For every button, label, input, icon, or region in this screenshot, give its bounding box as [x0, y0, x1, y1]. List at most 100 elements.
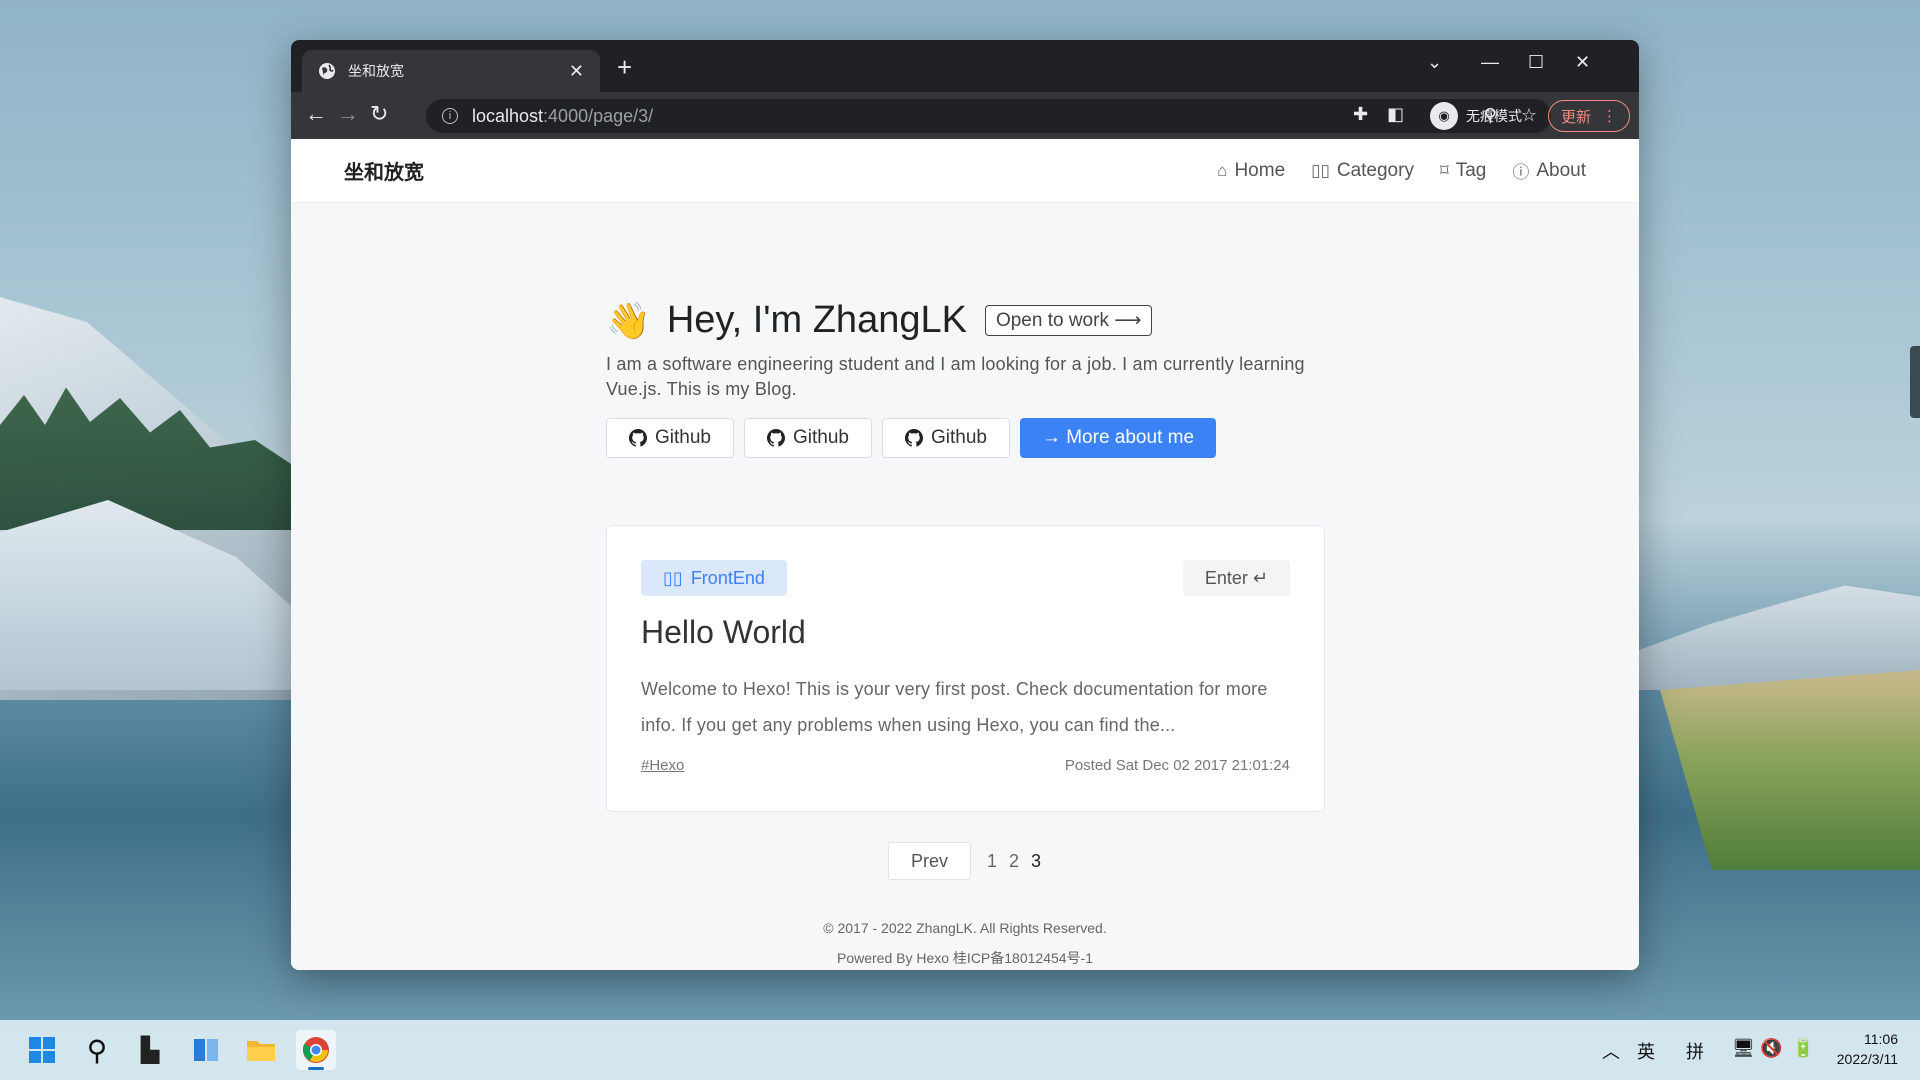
waving-hand-icon: 👋 — [606, 299, 651, 341]
extensions-icon[interactable]: ✚ — [1353, 104, 1368, 125]
tab-search-icon[interactable]: ⌄ — [1427, 52, 1442, 73]
file-explorer-button[interactable] — [241, 1030, 281, 1070]
chevron-up-icon[interactable]: ︿ — [1602, 1038, 1620, 1064]
footer-copyright: © 2017 - 2022 ZhangLK. All Rights Reserv… — [823, 920, 1107, 936]
url-path: :4000/page/3/ — [543, 105, 654, 126]
nav-home[interactable]: ⌂ Home — [1217, 158, 1285, 183]
enter-button[interactable]: Enter ↵ — [1182, 560, 1290, 596]
maximize-button[interactable]: ☐ — [1528, 52, 1544, 73]
post-title[interactable]: Hello World — [641, 614, 1290, 651]
post-date: Posted Sat Dec 02 2017 21:01:24 — [1064, 757, 1290, 774]
update-label: 更新 — [1561, 107, 1592, 126]
pagination: Prev 1 2 3 — [888, 842, 1041, 880]
browser-titlebar: 坐和放宽 ✕ + ⌄ — ☐ ✕ — [291, 40, 1639, 92]
volume-muted-icon[interactable]: 🔇 — [1760, 1038, 1782, 1059]
side-panel-icon[interactable]: ◧ — [1387, 104, 1404, 125]
chrome-taskbar-button[interactable] — [296, 1030, 336, 1070]
category-badge[interactable]: ▯▯ FrontEnd — [641, 560, 787, 596]
post-excerpt: Welcome to Hexo! This is your very first… — [641, 679, 1268, 735]
prev-page-button[interactable]: Prev — [888, 842, 972, 880]
menu-kebab-icon: ⋮ — [1602, 107, 1617, 125]
nav-about-label: About — [1536, 159, 1586, 181]
github-button-label: Github — [792, 427, 849, 448]
battery-icon[interactable]: 🔋 — [1792, 1038, 1814, 1059]
more-about-me-button[interactable]: → More about me — [1019, 418, 1217, 458]
hero-title: Hey, I'm ZhangLK — [666, 299, 967, 341]
task-view-icon: ▙ — [140, 1036, 160, 1064]
hero-description: I am a software engineering student and … — [606, 354, 1305, 399]
nav-tag-label: Tag — [1455, 159, 1487, 181]
search-button[interactable]: ⚲ — [77, 1030, 117, 1070]
site-nav: ⌂ Home ▯▯ Category ⌑ Tag ⓘ About — [1217, 158, 1586, 183]
address-bar[interactable]: i localhost:4000/page/3/ ⚲ ☆ — [426, 99, 1551, 133]
book-icon: ▯▯ — [663, 567, 683, 588]
search-icon: ⚲ — [86, 1034, 108, 1066]
page-link[interactable]: 2 — [1009, 851, 1019, 872]
network-icon[interactable]: 🖥 — [1732, 1038, 1755, 1059]
hero-buttons: Github Github Github → More about me — [606, 418, 1326, 458]
github-icon — [766, 429, 785, 447]
ime-indicator[interactable]: 拼 — [1686, 1038, 1704, 1064]
home-icon: ⌂ — [1217, 160, 1228, 180]
site-info-icon[interactable]: i — [442, 108, 458, 124]
active-app-indicator — [308, 1067, 324, 1070]
nav-category[interactable]: ▯▯ Category — [1311, 158, 1414, 183]
minimize-button[interactable]: — — [1481, 52, 1499, 73]
github-button[interactable]: Github — [881, 418, 1010, 458]
incognito-label: 无痕模式 — [1466, 109, 1522, 125]
taskbar: ⚲ ▙ ︿ 英 拼 🖥 🔇 🔋 11:06 2022/3/11 — [0, 1020, 1920, 1080]
widgets-icon — [194, 1039, 218, 1061]
nav-home-label: Home — [1234, 159, 1286, 181]
new-tab-button[interactable]: + — [617, 54, 632, 80]
site-footer: © 2017 - 2022 ZhangLK. All Rights Reserv… — [291, 913, 1639, 970]
task-view-button[interactable]: ▙ — [130, 1030, 170, 1070]
browser-tab[interactable]: 坐和放宽 ✕ — [302, 50, 600, 92]
bookmark-icon: ⌑ — [1439, 160, 1449, 180]
category-label: FrontEnd — [690, 567, 765, 588]
github-button[interactable]: Github — [743, 418, 872, 458]
open-to-work-badge[interactable]: Open to work ⟶ — [984, 305, 1153, 336]
github-icon — [629, 429, 647, 447]
page-link[interactable]: 1 — [987, 851, 997, 872]
clock-date: 2022/3/11 — [1836, 1051, 1898, 1067]
web-page: 坐和放宽 ⌂ Home ▯▯ Category ⌑ Tag ⓘ About 👋 Hey,… — [291, 139, 1639, 970]
page-link-current: 3 — [1031, 850, 1042, 871]
site-logo[interactable]: 坐和放宽 — [344, 156, 424, 185]
info-icon: ⓘ — [1512, 163, 1530, 182]
system-clock[interactable]: 11:06 2022/3/11 — [1837, 1029, 1898, 1069]
post-tag-link[interactable]: #Hexo — [641, 757, 684, 774]
book-icon: ▯▯ — [1311, 160, 1330, 180]
folder-icon — [247, 1041, 275, 1061]
nav-about[interactable]: ⓘ About — [1512, 158, 1586, 183]
post-card: ▯▯ FrontEnd Enter ↵ Hello World Welcome … — [606, 525, 1325, 812]
start-button[interactable] — [22, 1030, 62, 1070]
github-button-label: Github — [655, 427, 711, 448]
browser-window: 坐和放宽 ✕ + ⌄ — ☐ ✕ ← → ↻ i localhost:4000/… — [291, 40, 1639, 970]
github-button-label: Github — [930, 427, 987, 448]
url-host: localhost — [472, 105, 544, 126]
github-icon — [904, 429, 923, 447]
browser-toolbar: ← → ↻ i localhost:4000/page/3/ ⚲ ☆ ✚ ◧ ◉… — [291, 92, 1639, 139]
bookmark-star-icon[interactable]: ☆ — [1521, 105, 1537, 126]
github-button[interactable]: Github — [606, 418, 734, 458]
reload-button[interactable]: ↻ — [370, 102, 388, 126]
nav-category-label: Category — [1336, 159, 1414, 181]
chrome-icon — [302, 1037, 329, 1063]
nav-tag[interactable]: ⌑ Tag — [1440, 158, 1486, 183]
incognito-icon: ◉ — [1430, 102, 1458, 130]
hero-section: 👋 Hey, I'm ZhangLK Open to work ⟶ I am a… — [606, 299, 1326, 458]
incognito-indicator[interactable]: ◉ 无痕模式 — [1430, 101, 1522, 131]
site-header: 坐和放宽 ⌂ Home ▯▯ Category ⌑ Tag ⓘ About — [291, 139, 1639, 203]
close-window-button[interactable]: ✕ — [1575, 52, 1590, 73]
footer-powered: Powered By Hexo 桂ICP备18012454号-1 — [836, 950, 1094, 966]
forward-button[interactable]: → — [337, 102, 359, 126]
back-button[interactable]: ← — [305, 102, 327, 126]
windows-icon — [29, 1037, 55, 1063]
close-tab-icon[interactable]: ✕ — [569, 61, 584, 82]
globe-icon — [319, 63, 335, 79]
tab-title: 坐和放宽 — [348, 64, 404, 80]
side-widget[interactable] — [1910, 346, 1920, 418]
widgets-button[interactable] — [186, 1030, 226, 1070]
update-button[interactable]: 更新 ⋮ — [1548, 100, 1630, 132]
language-indicator[interactable]: 英 — [1637, 1038, 1655, 1064]
